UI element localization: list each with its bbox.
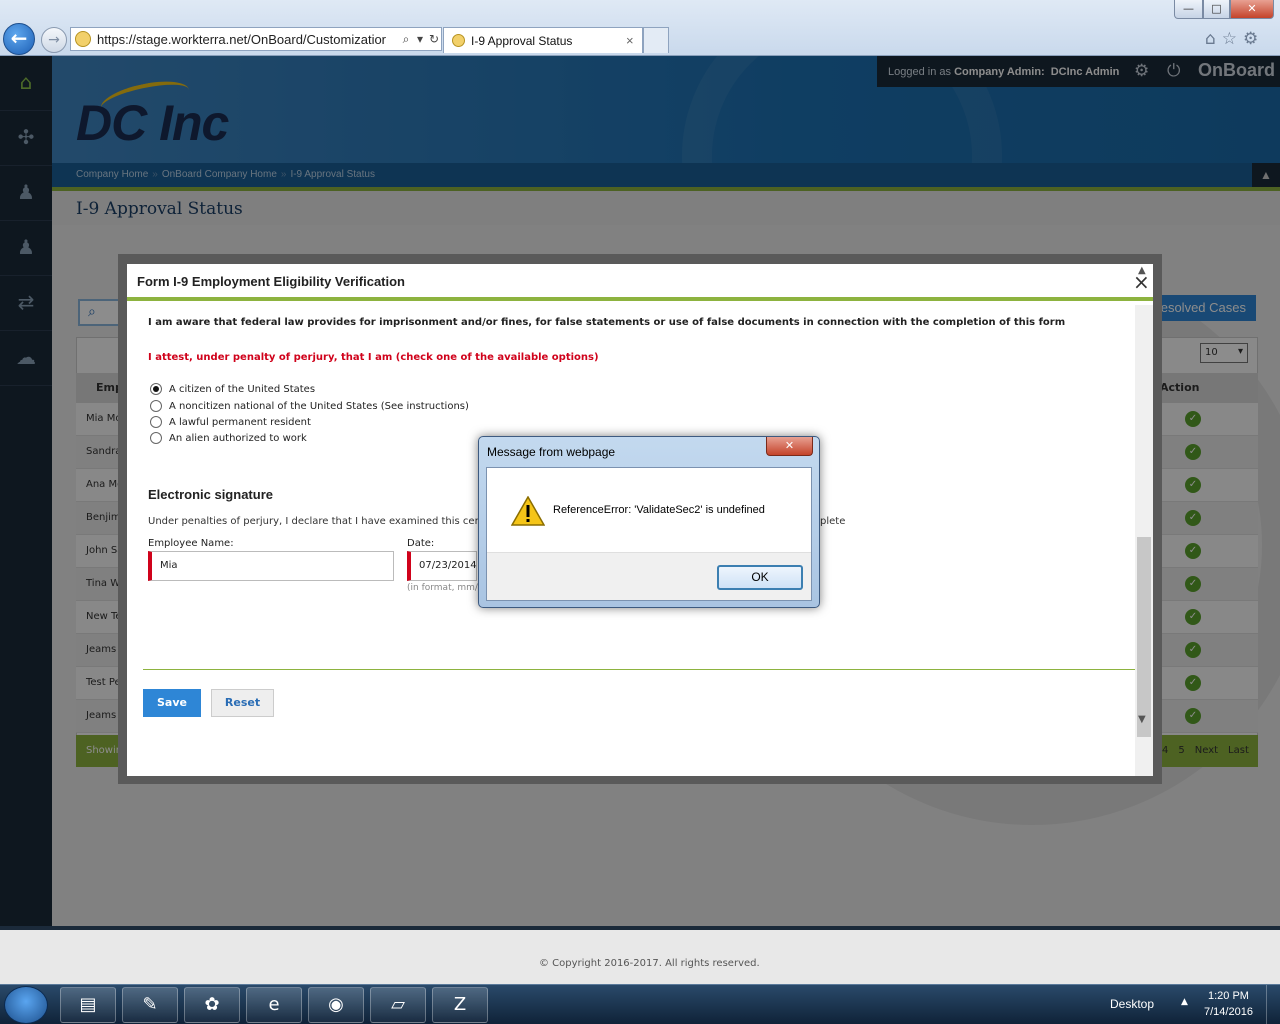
sticky-notes-icon[interactable]: ▱ — [370, 987, 426, 1023]
signature-heading: Electronic signature — [148, 487, 273, 502]
desktop-toolbar-label[interactable]: Desktop — [1110, 997, 1154, 1011]
page-footer: © Copyright 2016-2017. All rights reserv… — [0, 926, 1280, 984]
tab-favicon-icon — [452, 34, 465, 47]
radio-button[interactable] — [150, 416, 162, 428]
ok-button[interactable]: OK — [717, 565, 803, 590]
scrollbar-thumb[interactable] — [1137, 537, 1151, 737]
dialog-message: ReferenceError: 'ValidateSec2' is undefi… — [553, 504, 765, 516]
paint-icon[interactable]: ✿ — [184, 987, 240, 1023]
internet-explorer-icon[interactable]: e — [246, 987, 302, 1023]
employee-name-label: Employee Name: — [148, 538, 234, 549]
windows-taskbar: ▤ ✎ ✿ e ◉ ▱ Z Desktop ▲ 1:20 PM 7/14/201… — [0, 984, 1280, 1024]
alert-dialog: Message from webpage ✕ ReferenceError: '… — [478, 436, 820, 608]
scroll-down-icon[interactable]: ▼ — [1138, 714, 1146, 725]
date-label: Date: — [407, 538, 435, 549]
warning-icon — [511, 496, 545, 526]
radio-label: A noncitizen national of the United Stat… — [169, 400, 469, 412]
url-text[interactable]: https://stage.workterra.net/OnBoard/Cust… — [97, 32, 399, 47]
modal-header: Form I-9 Employment Eligibility Verifica… — [127, 264, 1153, 301]
home-icon[interactable]: ⌂ — [1205, 29, 1216, 49]
browser-toolbar-icons: ⌂ ☆ ⚙ — [1205, 29, 1258, 49]
radio-permanent-resident[interactable]: A lawful permanent resident — [150, 416, 311, 428]
settings-gear-icon[interactable]: ⚙ — [1243, 29, 1258, 49]
browser-chrome: — □ ✕ ← → https://stage.workterra.net/On… — [0, 0, 1280, 56]
address-bar[interactable]: https://stage.workterra.net/OnBoard/Cust… — [70, 27, 442, 51]
modal-title: Form I-9 Employment Eligibility Verifica… — [137, 274, 405, 289]
notes-icon[interactable]: ✎ — [122, 987, 178, 1023]
date-field[interactable]: 07/23/2014 — [407, 551, 477, 581]
modal-scrollbar[interactable] — [1135, 305, 1153, 776]
radio-label: A citizen of the United States — [169, 383, 316, 395]
firefox-icon[interactable]: ◉ — [308, 987, 364, 1023]
radio-label: A lawful permanent resident — [169, 416, 311, 428]
tab-close-icon[interactable]: × — [626, 33, 642, 48]
favorites-star-icon[interactable]: ☆ — [1222, 29, 1237, 49]
close-window-button[interactable]: ✕ — [1230, 0, 1274, 19]
employee-name-field[interactable]: Mia — [148, 551, 394, 581]
radio-noncitizen-national[interactable]: A noncitizen national of the United Stat… — [150, 400, 469, 412]
browser-tab[interactable]: I-9 Approval Status × — [443, 27, 643, 53]
maximize-button[interactable]: □ — [1203, 0, 1230, 19]
radio-alien-authorized[interactable]: An alien authorized to work — [150, 432, 307, 444]
back-button[interactable]: ← — [3, 23, 35, 55]
scroll-up-icon[interactable]: ▲ — [1138, 265, 1146, 276]
search-icon[interactable]: ⌕ — [399, 32, 413, 47]
start-button[interactable] — [4, 986, 48, 1024]
save-button[interactable]: Save — [143, 689, 201, 717]
clock-time[interactable]: 1:20 PM — [1208, 990, 1249, 1002]
dialog-footer: OK — [487, 552, 811, 600]
tab-title: I-9 Approval Status — [471, 33, 573, 48]
dialog-title: Message from webpage — [487, 445, 616, 459]
new-tab-button[interactable] — [643, 27, 669, 53]
file-explorer-icon[interactable]: ▤ — [60, 987, 116, 1023]
reset-button[interactable]: Reset — [211, 689, 274, 717]
show-desktop-button[interactable] — [1266, 985, 1280, 1024]
radio-button[interactable] — [150, 432, 162, 444]
dialog-body: ReferenceError: 'ValidateSec2' is undefi… — [486, 467, 812, 601]
radio-label: An alien authorized to work — [169, 432, 307, 444]
refresh-icon[interactable]: ↻ — [427, 32, 441, 46]
minimize-button[interactable]: — — [1174, 0, 1203, 19]
date-format-hint: (in format, mm/d — [407, 583, 484, 593]
site-icon — [75, 31, 91, 47]
divider — [143, 669, 1135, 670]
dialog-close-button[interactable]: ✕ — [766, 437, 813, 456]
radio-button[interactable] — [150, 383, 162, 395]
z-app-icon[interactable]: Z — [432, 987, 488, 1023]
forward-button[interactable]: → — [41, 27, 67, 53]
clock-date[interactable]: 7/14/2016 — [1204, 1006, 1253, 1018]
radio-citizen[interactable]: A citizen of the United States — [150, 383, 315, 395]
awareness-statement: I am aware that federal law provides for… — [148, 317, 1066, 328]
lock-icon[interactable]: ▾ — [413, 32, 427, 46]
tray-expand-icon[interactable]: ▲ — [1181, 997, 1188, 1007]
copyright-text: © Copyright 2016-2017. All rights reserv… — [539, 958, 760, 969]
attestation-statement: I attest, under penalty of perjury, that… — [148, 352, 599, 363]
radio-button[interactable] — [150, 400, 162, 412]
